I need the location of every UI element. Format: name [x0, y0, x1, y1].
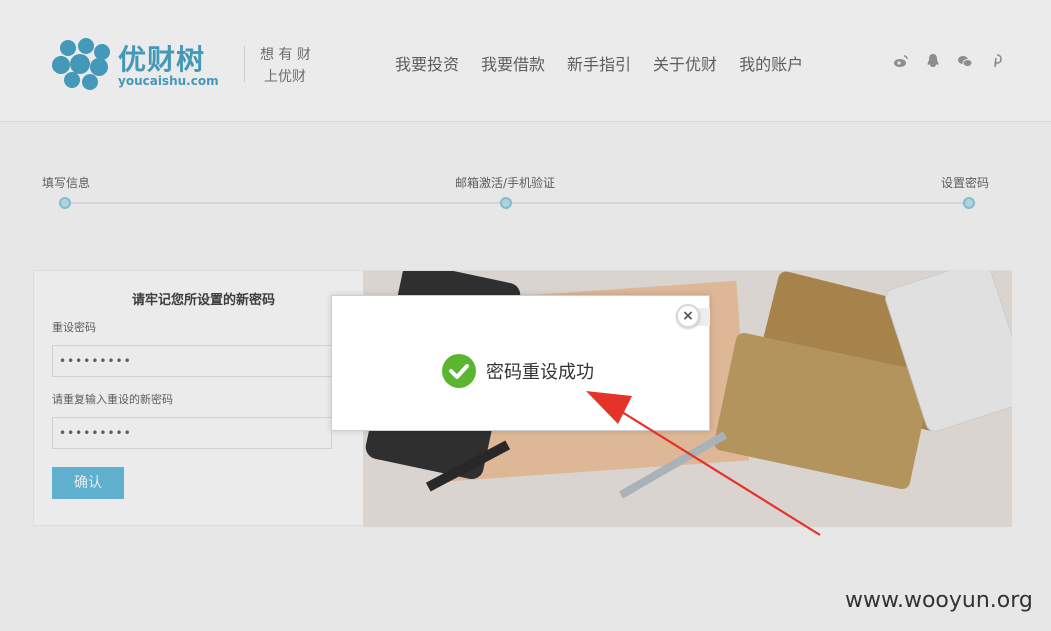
watermark: www.wooyun.org	[845, 588, 1033, 613]
annotation-arrow	[586, 391, 821, 536]
